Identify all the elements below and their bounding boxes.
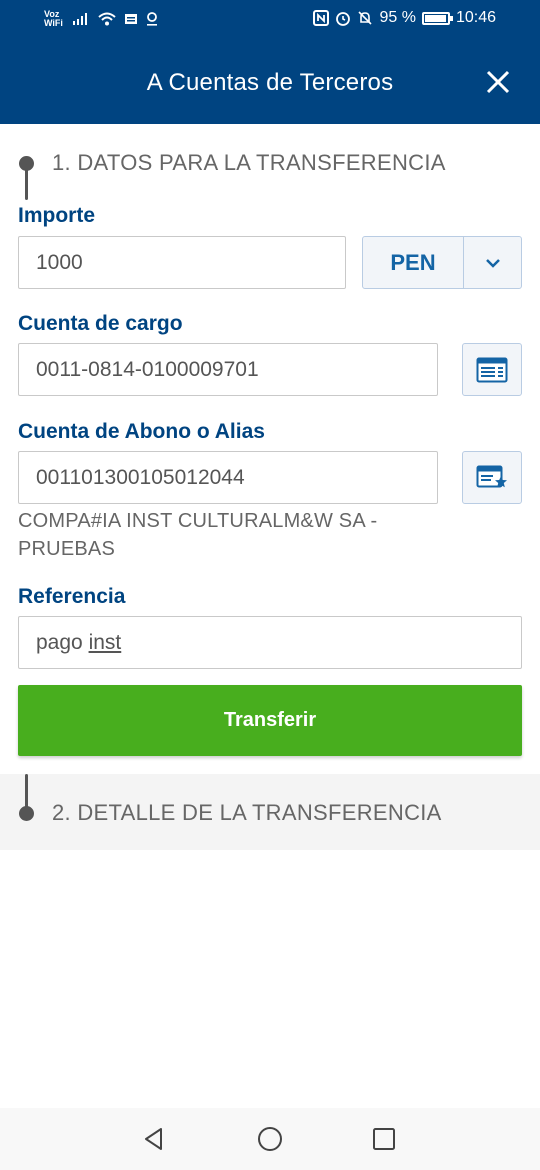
favorite-account-icon	[476, 465, 507, 487]
step-2-line	[25, 774, 28, 808]
importe-value: 1000	[36, 250, 83, 274]
recents-icon[interactable]	[370, 1125, 398, 1153]
favorite-accounts-button[interactable]	[462, 451, 522, 504]
step-2-title: 2. DETALLE DE LA TRANSFERENCIA	[52, 800, 442, 825]
nfc-icon	[313, 10, 330, 26]
silent-icon	[358, 11, 373, 25]
signal-icon	[73, 13, 87, 25]
select-cargo-account-button[interactable]	[462, 343, 522, 396]
account-holder-name: COMPA#IA INST CULTURALM&W SA - PRUEBAS	[18, 510, 378, 560]
carrier-line-2: WiFi	[44, 18, 63, 28]
abono-label: Cuenta de Abono o Alias	[18, 420, 265, 443]
system-nav-bar	[0, 1108, 540, 1170]
message-icon	[125, 14, 137, 24]
abono-account-input[interactable]: 001101300105012044	[18, 451, 438, 504]
cargo-account-value: 0011-0814-0100009701	[36, 357, 259, 381]
location-icon	[147, 12, 157, 26]
account-list-icon	[476, 357, 508, 382]
battery-percent: 95 %	[379, 9, 416, 26]
referencia-value: pago inst	[36, 631, 121, 655]
importe-label: Importe	[18, 204, 96, 227]
step-2-header[interactable]: 2. DETALLE DE LA TRANSFERENCIA	[0, 774, 540, 850]
referencia-value-part-1: pago	[36, 630, 89, 654]
status-bar: Voz WiFi 95 % 10:46	[0, 0, 540, 40]
clock: 10:46	[455, 9, 496, 26]
cargo-label: Cuenta de cargo	[18, 312, 183, 335]
page-title: A Cuentas de Terceros	[146, 69, 394, 96]
cargo-account-field[interactable]: 0011-0814-0100009701	[18, 343, 438, 396]
wifi-icon	[98, 12, 116, 26]
step-1-header[interactable]: 1. DATOS PARA LA TRANSFERENCIA	[0, 124, 540, 200]
currency-value: PEN	[363, 237, 464, 288]
referencia-input[interactable]: pago inst	[18, 616, 522, 669]
step-1-title: 1. DATOS PARA LA TRANSFERENCIA	[52, 150, 446, 175]
back-icon[interactable]	[140, 1125, 168, 1153]
carrier-label: Voz WiFi	[44, 10, 64, 28]
abono-account-value: 001101300105012044	[36, 465, 245, 489]
step-2-dot-icon	[19, 806, 34, 821]
referencia-value-part-2: inst	[88, 630, 122, 654]
home-icon[interactable]	[256, 1125, 284, 1153]
step-1-line	[25, 164, 28, 200]
battery-icon	[421, 11, 453, 25]
referencia-label: Referencia	[18, 585, 126, 608]
importe-input[interactable]: 1000	[18, 236, 346, 289]
app-header: A Cuentas de Terceros	[0, 40, 540, 124]
close-icon[interactable]	[484, 68, 512, 96]
transfer-button[interactable]: Transferir	[18, 685, 522, 756]
battery-fill	[424, 14, 446, 22]
chevron-down-icon	[485, 258, 500, 268]
status-right: 95 % 10:46	[313, 9, 496, 27]
currency-select[interactable]: PEN	[362, 236, 522, 289]
status-left: Voz WiFi	[44, 10, 158, 28]
alarm-icon	[336, 12, 351, 26]
currency-chevron[interactable]	[464, 237, 521, 288]
